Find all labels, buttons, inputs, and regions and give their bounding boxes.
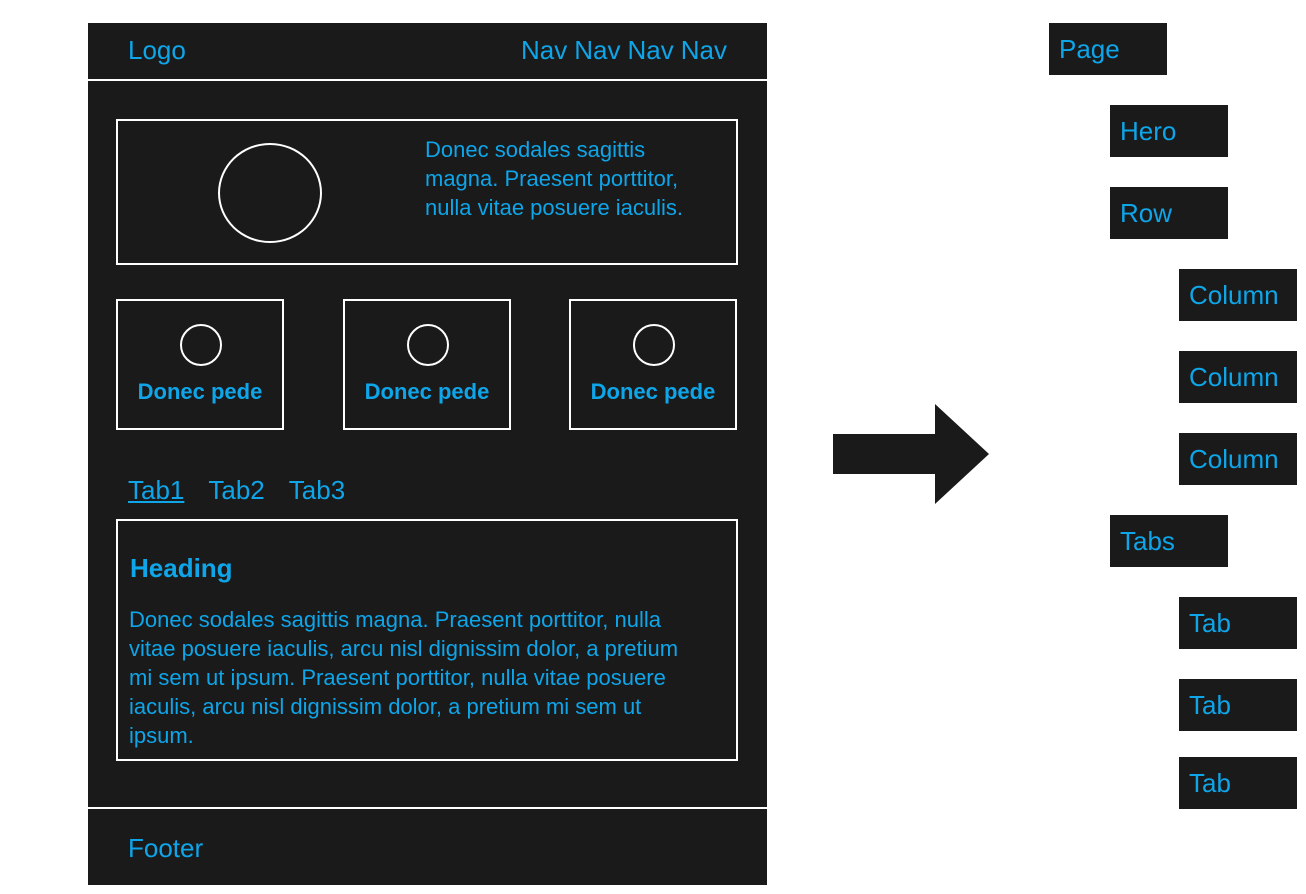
tab-1[interactable]: Tab1 — [128, 475, 184, 506]
tree-node-row: Row — [1110, 187, 1228, 239]
content-heading: Heading — [130, 553, 233, 583]
column-icon-placeholder — [180, 324, 222, 366]
tab-3[interactable]: Tab3 — [289, 475, 345, 506]
footer: Footer — [88, 807, 767, 887]
tree-node-column: Column — [1179, 351, 1297, 403]
nav-item[interactable]: Nav — [681, 35, 727, 66]
column-icon-placeholder — [407, 324, 449, 366]
nav-item[interactable]: Nav — [574, 35, 620, 66]
tab-content: Heading Donec sodales sagittis magna. Pr… — [116, 519, 738, 761]
footer-label: Footer — [128, 833, 204, 863]
tree-node-hero: Hero — [1110, 105, 1228, 157]
nav-bar: Nav Nav Nav Nav — [521, 35, 727, 66]
hero-text: Donec sodales sagittis magna. Praesent p… — [425, 137, 684, 220]
hero: Donec sodales sagittis magna. Praesent p… — [116, 119, 738, 265]
tree-node-tab: Tab — [1179, 597, 1297, 649]
logo[interactable]: Logo — [128, 35, 186, 66]
tab-2[interactable]: Tab2 — [208, 475, 264, 506]
column-label: Donec pede — [590, 379, 716, 404]
tree-node-tab: Tab — [1179, 679, 1297, 731]
hero-image-placeholder — [218, 143, 322, 243]
column-card: Donec pede — [569, 299, 737, 430]
column-icon-placeholder — [633, 324, 675, 366]
arrow-right-icon — [833, 404, 989, 504]
tree-node-page: Page — [1049, 23, 1167, 75]
wireframe-page: Logo Nav Nav Nav Nav Donec sodales sagit… — [88, 23, 767, 885]
column-label: Donec pede — [137, 379, 263, 404]
column-card: Donec pede — [343, 299, 511, 430]
tab-bar: Tab1 Tab2 Tab3 — [128, 475, 345, 506]
column-card: Donec pede — [116, 299, 284, 430]
tree-node-column: Column — [1179, 433, 1297, 485]
tree-node-tab: Tab — [1179, 757, 1297, 809]
header: Logo Nav Nav Nav Nav — [88, 23, 767, 81]
content-body: Donec sodales sagittis magna. Praesent p… — [129, 607, 679, 748]
nav-item[interactable]: Nav — [628, 35, 674, 66]
nav-item[interactable]: Nav — [521, 35, 567, 66]
tree-node-column: Column — [1179, 269, 1297, 321]
column-label: Donec pede — [364, 379, 490, 404]
tree-node-tabs: Tabs — [1110, 515, 1228, 567]
